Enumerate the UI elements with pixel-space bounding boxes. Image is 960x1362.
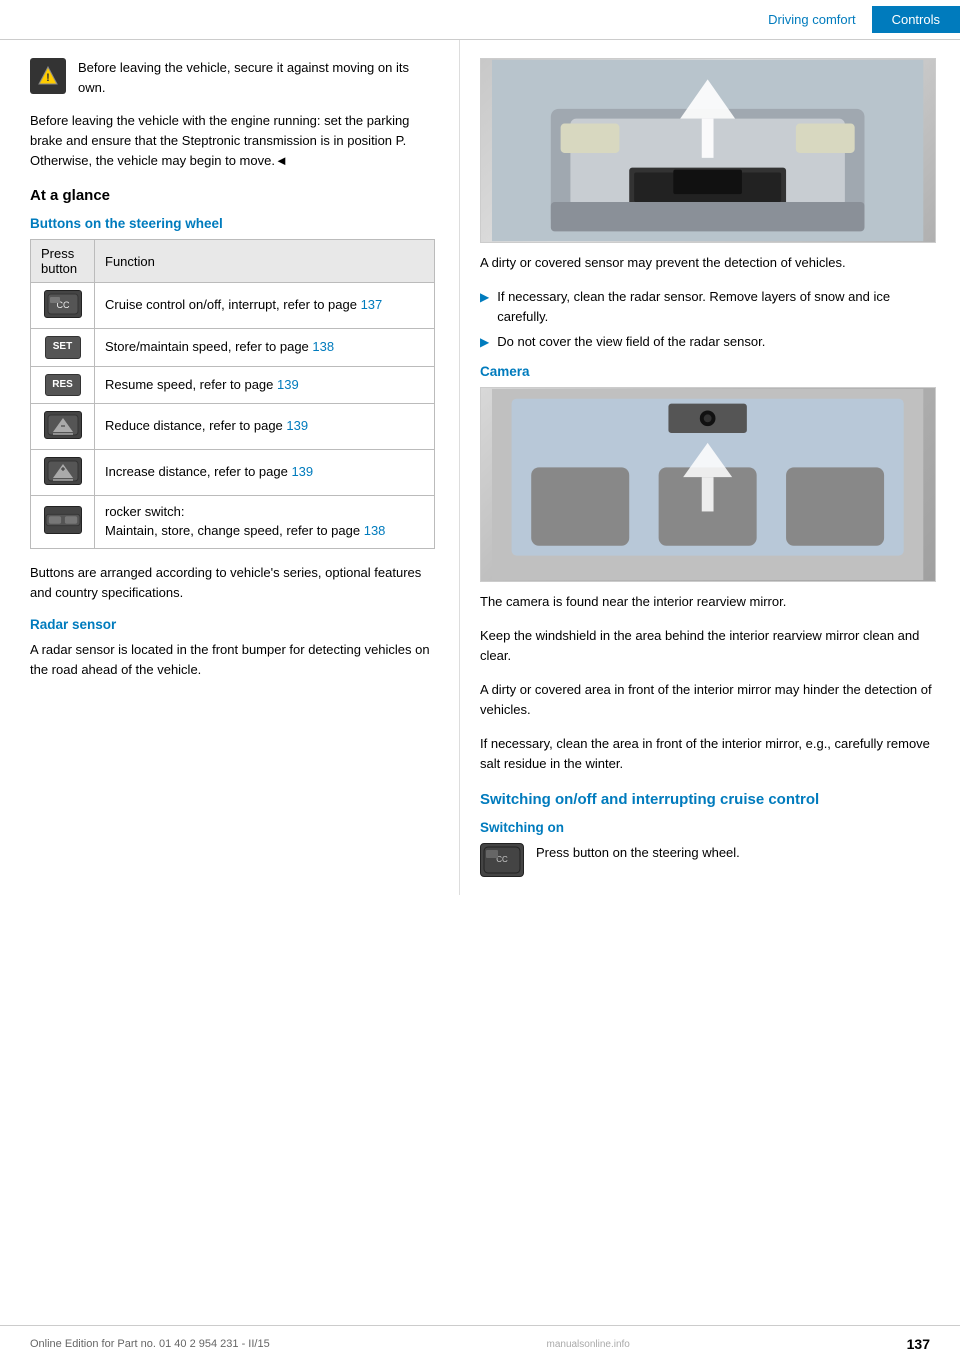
warning-box: ! Before leaving the vehicle, secure it … (30, 58, 435, 97)
switching-heading: Switching on/off and interrupting cruise… (480, 791, 936, 808)
table-function-cell: Increase distance, refer to page 139 (95, 450, 435, 496)
camera-text-2: Keep the windshield in the area behind t… (480, 626, 936, 666)
page-ref-2[interactable]: 138 (312, 339, 334, 354)
table-header-button: Press button (31, 240, 95, 283)
set-button-icon: SET (45, 336, 81, 359)
main-content: ! Before leaving the vehicle, secure it … (0, 40, 960, 895)
page-header: Driving comfort Controls (0, 0, 960, 40)
buttons-table: Press button Function CC (30, 239, 435, 548)
res-button-icon: RES (45, 374, 81, 397)
page-ref-3[interactable]: 139 (277, 377, 299, 392)
camera-text-1: The camera is found near the interior re… (480, 592, 936, 612)
table-row: CC Cruise control on/off, interrupt, ref… (31, 283, 435, 329)
camera-text-4: If necessary, clean the area in front of… (480, 734, 936, 774)
header-driving-comfort: Driving comfort (752, 6, 871, 33)
footer-watermark: manualsonline.info (546, 1339, 629, 1350)
radar-heading: Radar sensor (30, 617, 435, 632)
table-icon-cell: CC (31, 283, 95, 329)
cc-button-icon: CC (44, 290, 82, 318)
bullet-arrow-icon: ▶ (480, 288, 489, 326)
table-icon-cell: SET (31, 329, 95, 367)
buttons-note-text: Buttons are arranged according to vehicl… (30, 563, 435, 603)
rocker-function-line1: rocker switch: (105, 503, 424, 522)
rocker-switch-icon (44, 506, 82, 534)
page-number: 137 (907, 1336, 930, 1352)
page-ref-5[interactable]: 139 (291, 464, 313, 479)
table-function-cell: Resume speed, refer to page 139 (95, 366, 435, 404)
table-row: rocker switch: Maintain, store, change s… (31, 495, 435, 548)
table-function-cell: Reduce distance, refer to page 139 (95, 404, 435, 450)
table-header-function: Function (95, 240, 435, 283)
table-icon-cell (31, 495, 95, 548)
bullet-item-2: ▶ Do not cover the view field of the rad… (480, 332, 936, 352)
sensor-bullet-list: ▶ If necessary, clean the radar sensor. … (480, 287, 936, 352)
table-row: Increase distance, refer to page 139 (31, 450, 435, 496)
warning-text: Before leaving the vehicle, secure it ag… (78, 58, 435, 97)
warning-icon: ! (30, 58, 66, 94)
sensor-note: A dirty or covered sensor may prevent th… (480, 253, 936, 273)
switching-on-button-icon: CC (480, 843, 524, 877)
footer-edition: Online Edition for Part no. 01 40 2 954 … (30, 1338, 270, 1350)
switching-on-text: Press button on the steering wheel. (536, 843, 740, 863)
table-function-cell: Cruise control on/off, interrupt, refer … (95, 283, 435, 329)
camera-image (480, 387, 936, 582)
switching-on-row: CC Press button on the steering wheel. (480, 843, 936, 877)
rocker-function-line2: Maintain, store, change speed, refer to … (105, 522, 424, 541)
radar-sensor-image (480, 58, 936, 243)
table-row: SET Store/maintain speed, refer to page … (31, 329, 435, 367)
switching-on-subheading: Switching on (480, 820, 936, 835)
table-icon-cell (31, 404, 95, 450)
camera-text-3: A dirty or covered area in front of the … (480, 680, 936, 720)
buttons-heading: Buttons on the steering wheel (30, 216, 435, 231)
page-ref-6[interactable]: 138 (364, 523, 386, 538)
svg-text:!: ! (46, 72, 50, 84)
at-a-glance-heading: At a glance (30, 187, 435, 204)
bullet-item-1: ▶ If necessary, clean the radar sensor. … (480, 287, 936, 326)
table-row: RES Resume speed, refer to page 139 (31, 366, 435, 404)
page-ref-4[interactable]: 139 (286, 418, 308, 433)
table-icon-cell: RES (31, 366, 95, 404)
increase-dist-icon (44, 457, 82, 485)
page-ref-1[interactable]: 137 (361, 297, 383, 312)
table-row: Reduce distance, refer to page 139 (31, 404, 435, 450)
right-column: A dirty or covered sensor may prevent th… (460, 40, 960, 895)
page-footer: Online Edition for Part no. 01 40 2 954 … (0, 1325, 960, 1362)
left-column: ! Before leaving the vehicle, secure it … (0, 40, 460, 895)
bullet-arrow-icon: ▶ (480, 333, 489, 352)
reduce-dist-icon (44, 411, 82, 439)
camera-heading: Camera (480, 364, 936, 379)
header-controls: Controls (872, 6, 960, 33)
table-function-cell: Store/maintain speed, refer to page 138 (95, 329, 435, 367)
table-icon-cell (31, 450, 95, 496)
body-text-1: Before leaving the vehicle with the engi… (30, 111, 435, 171)
table-function-cell: rocker switch: Maintain, store, change s… (95, 495, 435, 548)
radar-text: A radar sensor is located in the front b… (30, 640, 435, 680)
